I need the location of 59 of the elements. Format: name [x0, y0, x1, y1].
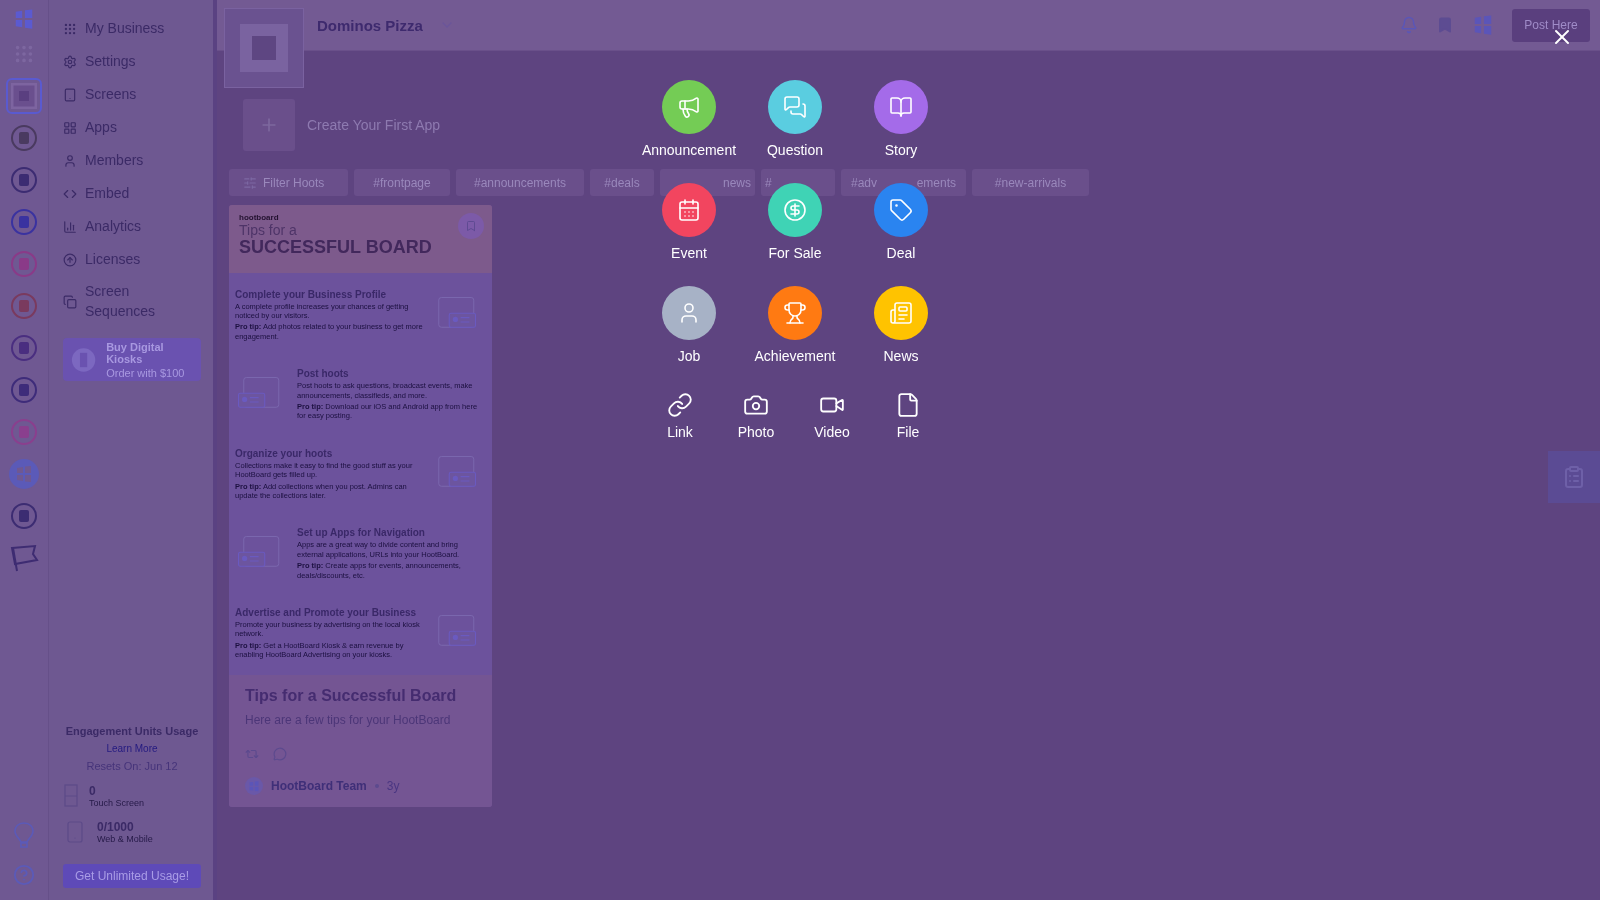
- nav-icon: [63, 219, 77, 234]
- calendar-icon: [677, 198, 701, 222]
- post-type-option[interactable]: Achievement: [742, 286, 848, 364]
- hootboard-logo-icon: [1472, 14, 1494, 36]
- filter-icon: [243, 175, 257, 190]
- nav-icon: [63, 54, 77, 69]
- newspaper-icon: [889, 301, 913, 325]
- dollar-icon: [783, 198, 807, 222]
- upgrade-button[interactable]: Get Unlimited Usage!: [63, 864, 201, 888]
- author-avatar: [245, 777, 263, 795]
- hashtag-chip[interactable]: #new-arrivals: [972, 169, 1089, 196]
- chat-bubbles-icon: [783, 95, 807, 119]
- promo-title: Buy Digital Kiosks: [106, 340, 165, 365]
- nav-icon: [63, 21, 77, 36]
- nav-icon: [63, 252, 77, 267]
- trophy-icon: [783, 301, 807, 325]
- hashtag-chip[interactable]: #frontpage: [354, 169, 450, 196]
- attachment-option[interactable]: Photo: [724, 392, 788, 440]
- nav-icon: [63, 153, 77, 168]
- post-type-option[interactable]: Job: [636, 286, 742, 364]
- post-type-option[interactable]: News: [848, 286, 954, 364]
- brand-label: hootboard: [239, 213, 279, 222]
- hot-air-balloon-icon[interactable]: [14, 822, 34, 848]
- hashtag-chip[interactable]: #deals: [590, 169, 654, 196]
- bookmark-icon: [465, 220, 477, 232]
- comment-icon[interactable]: [273, 747, 287, 761]
- help-icon[interactable]: [13, 864, 35, 886]
- promo-banner[interactable]: Buy Digital Kiosks Order with $100: [63, 338, 201, 381]
- promo-subtitle: Order with $100: [106, 366, 186, 379]
- attachment-option[interactable]: File: [876, 392, 940, 440]
- add-app-button[interactable]: [243, 99, 295, 151]
- attachment-option[interactable]: Video: [800, 392, 864, 440]
- post-type-option[interactable]: Announcement: [636, 80, 742, 158]
- repost-icon[interactable]: [245, 747, 259, 761]
- infographic-title: SUCCESSFUL BOARD: [239, 238, 432, 256]
- post-card[interactable]: [229, 205, 492, 807]
- nav-icon: [63, 295, 77, 309]
- save-button[interactable]: [458, 213, 484, 239]
- post-type-option[interactable]: Story: [848, 80, 954, 158]
- notification-bell-icon[interactable]: [1400, 16, 1418, 34]
- post-type-option[interactable]: Question: [742, 80, 848, 158]
- post-here-button[interactable]: Post Here: [1512, 8, 1590, 42]
- board-thumbnail[interactable]: [224, 8, 304, 88]
- book-icon: [889, 95, 913, 119]
- file-icon: [895, 392, 921, 418]
- learn-more-link[interactable]: Learn More: [106, 743, 158, 754]
- filter-button[interactable]: Filter Hoots: [229, 169, 348, 196]
- side-panel-tab[interactable]: [1548, 451, 1600, 503]
- megaphone-icon: [677, 95, 701, 119]
- nav-icon: [63, 87, 77, 102]
- tag-icon: [889, 198, 913, 222]
- camera-icon: [743, 392, 769, 418]
- link-icon: [667, 392, 693, 418]
- nav-icon: [63, 120, 77, 135]
- usage-label: Web & Mobile: [97, 834, 153, 844]
- hashtag-chip[interactable]: #announcements: [456, 169, 584, 196]
- attachment-option[interactable]: Link: [648, 392, 712, 440]
- hootboard-logo-icon: [13, 8, 35, 30]
- usage-label: Touch Screen: [89, 798, 145, 808]
